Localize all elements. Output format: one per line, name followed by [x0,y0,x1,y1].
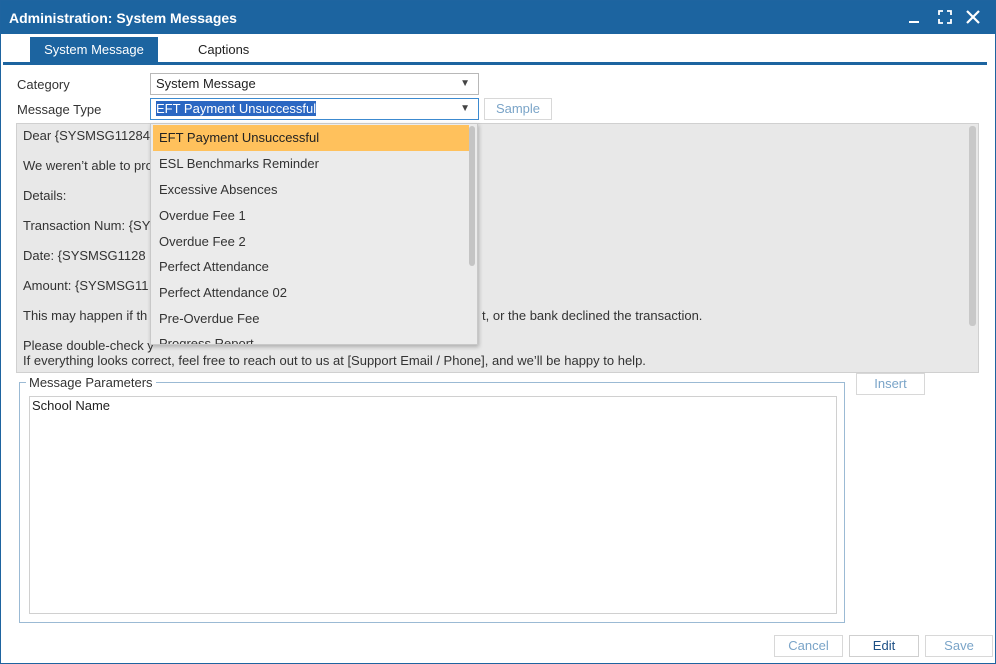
message-parameters-legend: Message Parameters [26,375,156,390]
message-line: This may happen if th [23,308,148,323]
tab-underline [3,62,987,65]
message-line: Amount: {SYSMSG11 [23,278,149,293]
maximize-icon[interactable] [937,9,953,25]
dropdown-scrollbar[interactable] [469,126,475,266]
dropdown-option[interactable]: ESL Benchmarks Reminder [153,151,469,177]
save-button[interactable]: Save [925,635,993,657]
close-icon[interactable] [965,9,981,25]
dropdown-option[interactable]: Perfect Attendance 02 [153,280,469,306]
message-line: Date: {SYSMSG1128 [23,248,146,263]
minimize-icon[interactable] [906,9,922,25]
category-value: System Message [156,76,256,91]
message-scrollbar[interactable] [969,126,976,370]
message-line: Details: [23,188,67,203]
message-line: Dear {SYSMSG11284 [23,128,150,143]
message-line: t, or the bank declined the transaction. [482,308,703,323]
chevron-down-icon: ▼ [460,78,470,89]
system-messages-window: Administration: System Messages System M… [0,0,996,664]
message-scroll-thumb[interactable] [969,126,976,326]
message-type-dropdown: EFT Payment Unsuccessful ESL Benchmarks … [150,123,478,345]
title-bar: Administration: System Messages [1,1,995,34]
dropdown-option[interactable]: Excessive Absences [153,177,469,203]
sample-button[interactable]: Sample [484,98,552,120]
insert-button[interactable]: Insert [856,373,925,395]
message-line: If everything looks correct, feel free t… [23,353,646,368]
chevron-down-icon: ▼ [460,103,470,114]
category-select[interactable]: System Message ▼ [150,73,479,95]
tab-captions[interactable]: Captions [185,37,262,62]
parameters-list[interactable]: School Name [29,396,837,614]
dropdown-option[interactable]: Progress Report [153,331,469,344]
parameter-item[interactable]: School Name [32,398,110,413]
dropdown-option[interactable]: Perfect Attendance [153,254,469,280]
message-parameters-group: Message Parameters School Name [19,375,845,623]
message-type-label: Message Type [17,102,102,117]
message-line: Transaction Num: {SY [23,218,151,233]
tab-bar: System Message Captions [3,37,987,65]
tab-system-message[interactable]: System Message [30,37,158,62]
cancel-button[interactable]: Cancel [774,635,843,657]
dropdown-option[interactable]: Overdue Fee 1 [153,203,469,229]
dropdown-option[interactable]: Overdue Fee 2 [153,229,469,255]
message-line: Please double-check y [23,338,154,353]
window-title: Administration: System Messages [9,10,237,26]
dropdown-option[interactable]: EFT Payment Unsuccessful [153,125,469,151]
category-label: Category [17,77,70,92]
message-type-value: EFT Payment Unsuccessful [156,101,317,116]
dropdown-option[interactable]: Pre-Overdue Fee [153,306,469,332]
edit-button[interactable]: Edit [849,635,919,657]
message-line: We weren’t able to pro [23,158,153,173]
message-type-select[interactable]: EFT Payment Unsuccessful ▼ [150,98,479,120]
